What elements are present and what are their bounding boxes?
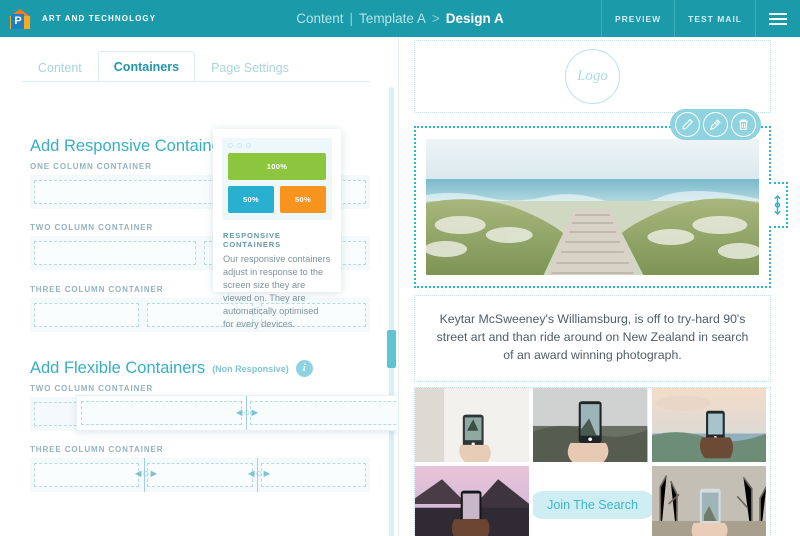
tab-containers[interactable]: Containers [97, 51, 196, 83]
topbar-actions: PREVIEW TEST MAIL [600, 0, 800, 37]
image-grid-zone[interactable]: Join The Search [414, 386, 771, 536]
flex-resize-handle[interactable]: ◄○► [133, 469, 159, 480]
container-cell[interactable] [250, 401, 397, 425]
breadcrumb: Content | Template A > Design A [296, 11, 504, 26]
breadcrumb-template[interactable]: Template A [359, 11, 426, 26]
element-toolbar [670, 109, 761, 140]
browser-dots-icon [228, 143, 326, 148]
container-cell[interactable] [147, 463, 253, 487]
email-preview-canvas: Logo Keytar McSweeney's Williamsburg, is… [398, 37, 800, 536]
preview-button[interactable]: PREVIEW [600, 0, 674, 37]
vertical-move-handle[interactable] [769, 182, 788, 228]
body-text: Keytar McSweeney's Williamsburg, is off … [436, 312, 749, 363]
label-flex-two-column-container: TWO COLUMN CONTAINER [30, 384, 154, 393]
panel-scrollbar-thumb[interactable] [387, 330, 396, 368]
hero-image-zone[interactable] [414, 109, 788, 288]
gallery-item[interactable] [415, 465, 533, 536]
logo-zone[interactable]: Logo [414, 40, 771, 113]
label-flex-three-column-container: THREE COLUMN CONTAINER [30, 445, 164, 454]
tooltip-bar-50-right: 50% [280, 186, 326, 213]
breadcrumb-chevron-icon: > [431, 11, 440, 26]
breadcrumb-current: Design A [445, 11, 504, 26]
body-text-zone[interactable]: Keytar McSweeney's Williamsburg, is off … [414, 295, 771, 382]
gallery-item[interactable] [415, 387, 533, 466]
container-cell[interactable] [34, 463, 140, 487]
flexible-title-text: Add Flexible Containers [30, 359, 206, 377]
tooltip-body: Our responsive containers adjust in resp… [223, 254, 331, 330]
trash-icon[interactable] [731, 112, 756, 137]
flexible-section-title: Add Flexible Containers (Non Responsive)… [30, 359, 313, 378]
panel-scrollbar-track[interactable] [387, 87, 396, 536]
flexible-info-icon[interactable]: i [295, 360, 313, 377]
brand-name: ART AND TECHNOLOGY [42, 14, 157, 23]
hero-image[interactable] [426, 139, 759, 275]
responsive-title-text: Add Responsive Containers [30, 137, 235, 155]
container-cell[interactable] [34, 241, 196, 265]
app-logo-icon: P [9, 8, 31, 30]
pencil-icon[interactable] [675, 112, 700, 137]
top-navigation-bar: P ART AND TECHNOLOGY Content | Template … [0, 0, 800, 37]
flex-three-column-container-row[interactable]: ◄○► ◄○► [30, 458, 370, 492]
test-mail-button[interactable]: TEST MAIL [674, 0, 755, 37]
tab-page-settings[interactable]: Page Settings [195, 52, 305, 83]
container-cell[interactable] [81, 401, 242, 425]
tooltip-illustration: 100% 50% 50% [222, 138, 332, 220]
join-button-cell: Join The Search [533, 466, 652, 536]
responsive-containers-tooltip: 100% 50% 50% RESPONSIVE CONTAINERS Our r… [213, 129, 341, 329]
panel-tabs: Content Containers Page Settings [22, 48, 305, 83]
label-three-column-container: THREE COLUMN CONTAINER [30, 285, 164, 294]
image-grid: Join The Search [415, 387, 770, 536]
breadcrumb-content[interactable]: Content [296, 11, 343, 26]
flex-resize-handle[interactable]: ◄○► [234, 408, 260, 419]
gallery-item[interactable] [651, 387, 770, 466]
tooltip-heading: RESPONSIVE CONTAINERS [223, 231, 282, 249]
container-cell[interactable] [260, 463, 366, 487]
brush-icon[interactable] [703, 112, 728, 137]
tooltip-bar-50-left: 50% [228, 186, 274, 213]
label-two-column-container: TWO COLUMN CONTAINER [30, 223, 154, 232]
label-one-column-container: ONE COLUMN CONTAINER [30, 162, 152, 171]
tab-content[interactable]: Content [22, 52, 98, 83]
join-the-search-button[interactable]: Join The Search [533, 490, 652, 519]
container-cell[interactable] [34, 303, 140, 327]
dragged-container-ghost[interactable]: ◄○► [76, 395, 397, 431]
logo-placeholder[interactable]: Logo [565, 49, 620, 104]
gallery-item[interactable] [533, 387, 651, 466]
gallery-item[interactable] [651, 465, 770, 536]
brand: P ART AND TECHNOLOGY [0, 8, 156, 30]
preview-document: Logo Keytar McSweeney's Williamsburg, is… [414, 40, 788, 536]
containers-panel: Content Containers Page Settings Add Res… [0, 37, 397, 536]
tooltip-bar-100: 100% [228, 153, 326, 180]
flex-resize-handle[interactable]: ◄○► [246, 469, 272, 480]
tabs-divider [22, 81, 370, 82]
email-builder-app: P ART AND TECHNOLOGY Content | Template … [0, 0, 800, 536]
flexible-title-subtitle: (Non Responsive) [212, 363, 289, 374]
breadcrumb-divider: | [349, 11, 354, 26]
hamburger-menu-icon[interactable] [755, 0, 800, 37]
